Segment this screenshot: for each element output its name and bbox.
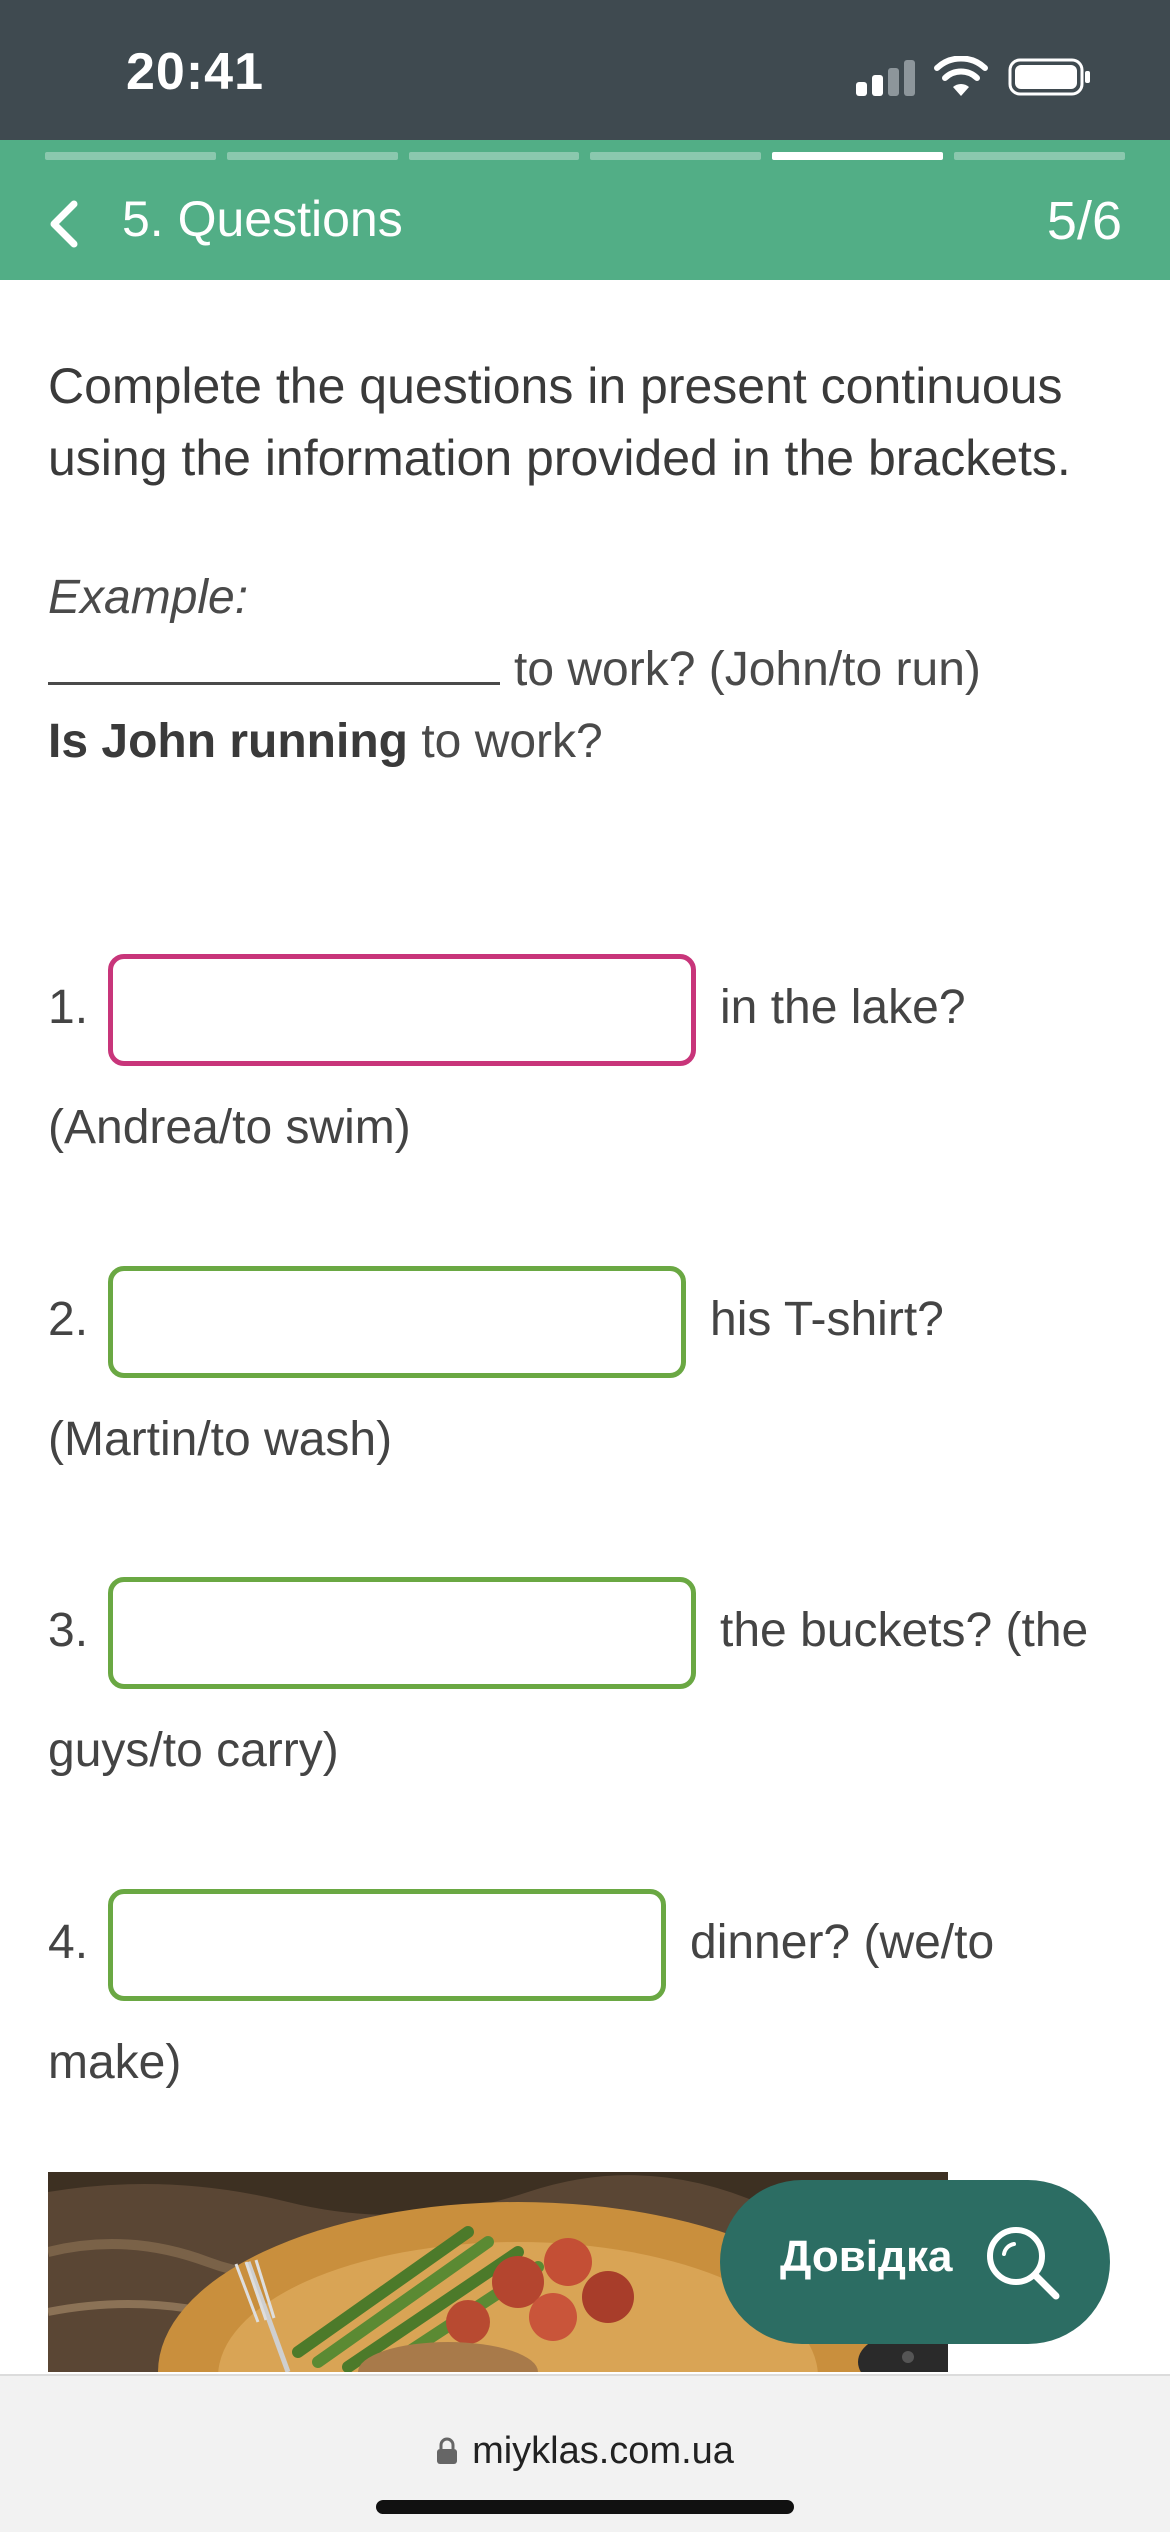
question-3-input[interactable] [108, 1577, 696, 1689]
question-1-hint: (Andrea/to swim) [48, 1101, 411, 1154]
question-3-number: 3. [48, 1604, 89, 1657]
page-title: 5. Questions [122, 191, 403, 247]
example-label: Example: [48, 571, 249, 624]
question-2-hint: (Martin/to wash) [48, 1413, 393, 1466]
question-3-text: the buckets? (the [720, 1604, 1089, 1657]
instructions-text: Complete the questions in present contin… [48, 358, 1071, 486]
question-2-number: 2. [48, 1293, 89, 1346]
cellular-signal-icon [856, 60, 916, 96]
home-indicator [376, 2500, 794, 2514]
address-bar[interactable]: miyklas.com.ua [0, 2430, 1170, 2473]
search-icon [987, 2227, 1060, 2300]
lesson-header: 5. Questions 5/6 [0, 140, 1170, 280]
wifi-icon [934, 56, 988, 96]
battery-icon [1008, 58, 1090, 96]
progress-segment [954, 152, 1125, 160]
progress-segment [590, 152, 762, 160]
question-4-text: dinner? (we/to [690, 1916, 995, 1969]
browser-bottom-bar: miyklas.com.ua [0, 2374, 1170, 2532]
progress-segment [408, 152, 580, 160]
example-answer: Is John running to work? [48, 714, 603, 769]
back-chevron-icon[interactable] [40, 194, 90, 254]
example-answer-bold: Is John running [48, 715, 408, 768]
question-2-text: his T-shirt? [710, 1293, 944, 1346]
example-question: to work? (John/to run) [48, 642, 981, 697]
lesson-progress [45, 152, 1125, 160]
url-text: miyklas.com.ua [472, 2430, 734, 2472]
progress-segment-current [772, 152, 944, 160]
status-bar: 20:41 [0, 0, 1170, 140]
question-1-text: in the lake? [720, 981, 966, 1034]
question-4-number: 4. [48, 1916, 89, 1969]
question-2-input[interactable] [108, 1266, 686, 1378]
question-1-input[interactable] [108, 954, 696, 1066]
status-time: 20:41 [126, 43, 264, 101]
progress-segment [226, 152, 398, 160]
help-button[interactable]: Довідка [720, 2180, 1110, 2344]
lock-icon [437, 2437, 458, 2464]
progress-segment [45, 152, 216, 160]
question-4-hint: make) [48, 2036, 182, 2089]
example-answer-tail: to work? [407, 715, 603, 768]
help-button-label: Довідка [780, 2232, 953, 2281]
example-question-tail: to work? (John/to run) [514, 643, 981, 696]
example-blank [48, 647, 500, 685]
question-1-number: 1. [48, 981, 89, 1034]
question-3-hint: guys/to carry) [48, 1724, 339, 1777]
question-4-input[interactable] [108, 1889, 666, 2001]
question-counter: 5/6 [1046, 191, 1122, 251]
